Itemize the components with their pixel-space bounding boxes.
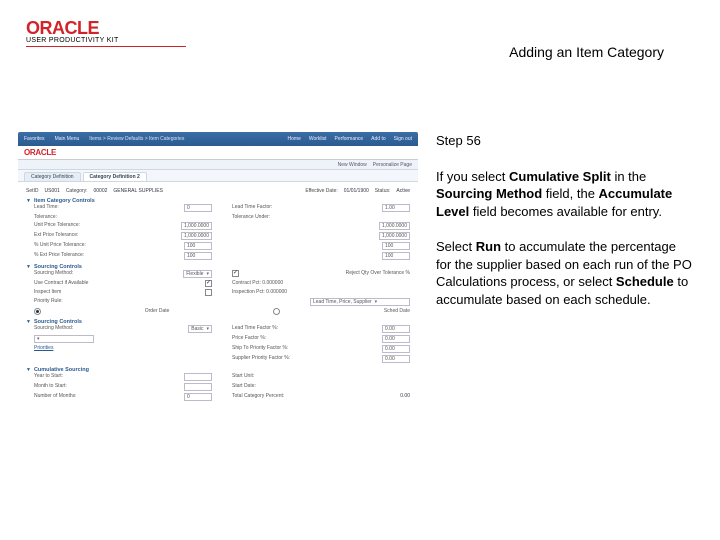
collapse-icon[interactable]: ▼: [26, 264, 31, 270]
lbl-start-date: Start Date:: [232, 383, 256, 391]
collapse-icon[interactable]: ▼: [26, 367, 31, 373]
collapse-icon[interactable]: ▼: [26, 198, 31, 204]
inp-unit-price-tol-under[interactable]: 1,000.0000: [379, 222, 410, 230]
lbl-lead-time-factor-pct: Lead Time Factor %:: [232, 325, 278, 333]
inp-unit-price-tol[interactable]: 1,000.0000: [181, 222, 212, 230]
lbl-category: Category:: [66, 188, 88, 194]
chk-use-contract[interactable]: [205, 280, 212, 287]
inp-lead-time-factor-pct[interactable]: 0.00: [382, 325, 410, 333]
lbl-sourcing-method-2: Sourcing Method:: [34, 325, 73, 333]
inp-lead-time[interactable]: 0: [184, 204, 212, 212]
link-personalize[interactable]: Personalize Page: [373, 162, 412, 168]
brand-subtitle: USER PRODUCTIVITY KIT: [26, 37, 186, 44]
lbl-ext-price-tol: Ext Price Tolerance:: [34, 232, 78, 240]
app-nav-bar: Favorites Main Menu Items > Review Defau…: [18, 132, 418, 146]
brand-wordmark: ORACLE: [26, 18, 186, 39]
brand-underline: [26, 46, 186, 47]
lbl-order-date: Order Date: [145, 308, 170, 315]
lbl-price-factor-pct: Price Factor %:: [232, 335, 266, 343]
embedded-screenshot: Favorites Main Menu Items > Review Defau…: [18, 132, 418, 412]
lbl-pct-ext-price-tol: % Ext Price Tolerance:: [34, 252, 84, 260]
page-title: Adding an Item Category: [509, 44, 664, 60]
chk-reject-qty[interactable]: [232, 270, 239, 277]
lbl-sourcing-method: Sourcing Method:: [34, 270, 73, 278]
nav-favorites[interactable]: Favorites: [24, 136, 45, 142]
lbl-reject-qty: Reject Qty Over Tolerance %: [346, 270, 410, 278]
lbl-lead-time-factor: Lead Time Factor:: [232, 204, 272, 212]
lbl-use-contract: Use Contract if Available: [34, 280, 88, 287]
collapse-icon[interactable]: ▼: [26, 319, 31, 325]
nav-main-menu[interactable]: Main Menu: [55, 136, 80, 142]
lbl-month-to-start: Month to Start:: [34, 383, 67, 391]
instruction-column: Step 56 If you select Cumulative Split i…: [436, 132, 694, 412]
app-subbar: New Window Personalize Page: [18, 160, 418, 170]
lbl-sched-date: Sched Date: [384, 308, 410, 315]
inp-number-of-months[interactable]: 0: [184, 393, 212, 401]
context-row: SetID US001 Category: 00002 GENERAL SUPP…: [26, 188, 410, 194]
nav-breadcrumb: Items > Review Defaults > Item Categorie…: [89, 136, 184, 142]
inp-pct-ext-price-tol-under[interactable]: 100: [382, 252, 410, 260]
nav-worklist[interactable]: Worklist: [309, 136, 327, 142]
lbl-start-unit: Start Unit:: [232, 373, 254, 381]
app-brand: ORACLE: [24, 148, 56, 157]
chk-inspect-item[interactable]: [205, 289, 212, 296]
lbl-number-of-months: Number of Months:: [34, 393, 77, 401]
lbl-year-to-start: Year to Start:: [34, 373, 63, 381]
lbl-tolerance-under: Tolerance Under:: [232, 214, 270, 220]
lbl-status: Status:: [375, 188, 391, 194]
val-category-name: GENERAL SUPPLIES: [113, 188, 163, 194]
radio-sched-date[interactable]: [273, 308, 280, 315]
tab-row: Category Definition Category Definition …: [18, 170, 418, 182]
lbl-total-category-percent: Total Category Percent:: [232, 393, 284, 401]
inp-lead-time-factor[interactable]: 1.00: [382, 204, 410, 212]
inp-year-to-start[interactable]: [184, 373, 212, 381]
sel-sourcing-method-2[interactable]: Basic: [188, 325, 212, 333]
tab-category-definition-2[interactable]: Category Definition 2: [83, 172, 147, 181]
lbl-pct-unit-price-tol: % Unit Price Tolerance:: [34, 242, 86, 250]
lbl-setid: SetID: [26, 188, 39, 194]
lbl-inspection-pct: Inspection Pct: 0.000000: [232, 289, 287, 296]
lbl-priority-rule: Priority Rule:: [34, 298, 63, 306]
sel-priority-rule[interactable]: Lead Time, Price, Supplier: [310, 298, 410, 306]
val-category-id: 00002: [94, 188, 108, 194]
link-priorities[interactable]: Priorities: [34, 345, 53, 353]
instruction-para-1: If you select Cumulative Split in the So…: [436, 168, 694, 221]
step-label: Step 56: [436, 132, 694, 150]
lbl-supplier-priority-factor: Supplier Priority Factor %:: [232, 355, 290, 363]
val-setid: US001: [45, 188, 60, 194]
sel-sourcing-method[interactable]: Flexible: [183, 270, 212, 278]
inp-supplier-priority-factor[interactable]: 0.00: [382, 355, 410, 363]
inp-month-to-start[interactable]: [184, 383, 212, 391]
inp-pct-unit-price-tol-under[interactable]: 100: [382, 242, 410, 250]
lbl-effdate: Effective Date:: [305, 188, 337, 194]
inp-ext-price-tol[interactable]: 1,000.0000: [181, 232, 212, 240]
nav-sign-out[interactable]: Sign out: [394, 136, 412, 142]
sel-accumulate-level[interactable]: [34, 335, 94, 343]
lbl-unit-price-tol: Unit Price Tolerance:: [34, 222, 80, 230]
inp-ext-price-tol-under[interactable]: 1,000.0000: [379, 232, 410, 240]
app-brand-bar: ORACLE: [18, 146, 418, 160]
nav-add-to[interactable]: Add to: [371, 136, 385, 142]
lbl-lead-time: Lead Time:: [34, 204, 59, 212]
val-total-category-percent: 0.00: [400, 393, 410, 401]
inp-price-factor-pct[interactable]: 0.00: [382, 335, 410, 343]
val-status: Active: [396, 188, 410, 194]
radio-order-date[interactable]: [34, 308, 41, 315]
lbl-shipto-priority-factor: Ship To Priority Factor %:: [232, 345, 288, 353]
inp-shipto-priority-factor[interactable]: 0.00: [382, 345, 410, 353]
tab-category-definition[interactable]: Category Definition: [24, 172, 81, 181]
lbl-inspect-item: Inspect Item: [34, 289, 61, 296]
brand-logo: ORACLE USER PRODUCTIVITY KIT: [26, 18, 186, 47]
nav-performance[interactable]: Performance: [335, 136, 364, 142]
link-new-window[interactable]: New Window: [338, 162, 367, 168]
instruction-para-2: Select Run to accumulate the percentage …: [436, 238, 694, 308]
lbl-contract-pct: Contract Pct: 0.000000: [232, 280, 283, 287]
nav-home[interactable]: Home: [288, 136, 301, 142]
val-effdate: 01/01/1900: [344, 188, 369, 194]
inp-pct-unit-price-tol[interactable]: 100: [184, 242, 212, 250]
inp-pct-ext-price-tol[interactable]: 100: [184, 252, 212, 260]
lbl-tolerance: Tolerance:: [34, 214, 57, 220]
